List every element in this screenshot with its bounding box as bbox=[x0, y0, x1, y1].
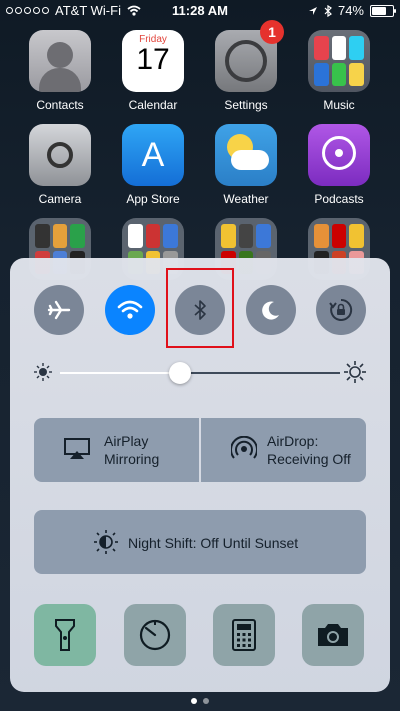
battery-icon bbox=[370, 4, 396, 17]
camera-app-icon bbox=[29, 124, 91, 186]
app-label: Weather bbox=[223, 192, 269, 206]
airplay-line1: AirPlay bbox=[104, 433, 149, 449]
app-contacts[interactable]: Contacts bbox=[20, 30, 100, 112]
app-label: App Store bbox=[126, 192, 180, 206]
app-label: Calendar bbox=[128, 98, 178, 112]
airdrop-line1: AirDrop: bbox=[267, 433, 319, 449]
wifi-icon bbox=[117, 300, 143, 319]
rotation-lock-toggle[interactable] bbox=[316, 285, 366, 335]
battery-percent: 74% bbox=[337, 3, 364, 18]
timer-button[interactable] bbox=[124, 604, 186, 666]
flashlight-button[interactable] bbox=[34, 604, 96, 666]
airplane-icon bbox=[47, 300, 71, 320]
notification-badge: 1 bbox=[260, 20, 284, 44]
app-podcasts[interactable]: Podcasts bbox=[299, 124, 379, 206]
timer-icon bbox=[139, 619, 171, 651]
music-folder-icon bbox=[308, 30, 370, 92]
do-not-disturb-toggle[interactable] bbox=[246, 285, 296, 335]
app-calendar[interactable]: Friday 17 Calendar bbox=[113, 30, 193, 112]
airplay-mirroring-button[interactable]: AirPlay Mirroring bbox=[34, 418, 199, 482]
airplane-mode-toggle[interactable] bbox=[34, 285, 84, 335]
app-label: Camera bbox=[38, 192, 82, 206]
flashlight-icon bbox=[55, 619, 75, 651]
control-center: AirPlay Mirroring AirDrop: Receiving Off… bbox=[10, 258, 390, 692]
app-store-icon: A bbox=[122, 124, 184, 186]
brightness-low-icon bbox=[34, 363, 52, 381]
page-dot-2[interactable] bbox=[203, 698, 209, 704]
location-icon bbox=[308, 6, 317, 15]
app-label: Contacts bbox=[36, 98, 84, 112]
app-label: Music bbox=[323, 98, 355, 112]
airdrop-button[interactable]: AirDrop: Receiving Off bbox=[201, 418, 366, 482]
airplay-icon bbox=[64, 438, 90, 459]
app-settings[interactable]: 1 Settings bbox=[206, 20, 286, 112]
calculator-icon bbox=[232, 619, 256, 651]
brightness-high-icon bbox=[344, 361, 366, 383]
moon-icon bbox=[262, 301, 279, 320]
weather-icon bbox=[215, 124, 277, 186]
airdrop-icon bbox=[231, 436, 257, 459]
camera-shortcut-button[interactable] bbox=[302, 604, 364, 666]
status-bar: AT&T Wi-Fi 11:28 AM 74% bbox=[0, 0, 400, 22]
page-dot-1[interactable] bbox=[191, 698, 197, 704]
camera-icon bbox=[318, 624, 348, 646]
airplay-text: AirPlay Mirroring bbox=[104, 432, 159, 468]
airplay-line2: Mirroring bbox=[104, 451, 160, 467]
app-label: Settings bbox=[224, 98, 268, 112]
brightness-thumb[interactable] bbox=[169, 362, 192, 384]
app-weather[interactable]: Weather bbox=[206, 124, 286, 206]
app-app-store[interactable]: A App Store bbox=[113, 124, 193, 206]
podcasts-icon bbox=[308, 124, 370, 186]
brightness-slider[interactable] bbox=[34, 358, 366, 388]
bluetooth-highlight-box bbox=[166, 268, 234, 348]
bluetooth-status-icon bbox=[324, 4, 332, 17]
airdrop-line2: Receiving Off bbox=[267, 451, 351, 467]
brightness-track[interactable] bbox=[60, 372, 340, 374]
app-camera[interactable]: Camera bbox=[20, 124, 100, 206]
app-music[interactable]: Music bbox=[299, 30, 379, 112]
rotation-lock-icon bbox=[329, 298, 353, 321]
status-right: 74% bbox=[308, 3, 396, 18]
page-indicator[interactable] bbox=[0, 698, 400, 704]
contacts-icon bbox=[29, 30, 91, 92]
app-label: Podcasts bbox=[314, 192, 364, 206]
night-shift-icon bbox=[94, 530, 118, 554]
calendar-icon: Friday 17 bbox=[122, 30, 184, 92]
wifi-toggle[interactable] bbox=[105, 285, 155, 335]
night-shift-button[interactable]: Night Shift: Off Until Sunset bbox=[34, 510, 366, 574]
airdrop-text: AirDrop: Receiving Off bbox=[267, 432, 351, 468]
night-shift-label: Night Shift: Off Until Sunset bbox=[128, 535, 299, 551]
calendar-date: 17 bbox=[136, 43, 170, 76]
calculator-button[interactable] bbox=[213, 604, 275, 666]
